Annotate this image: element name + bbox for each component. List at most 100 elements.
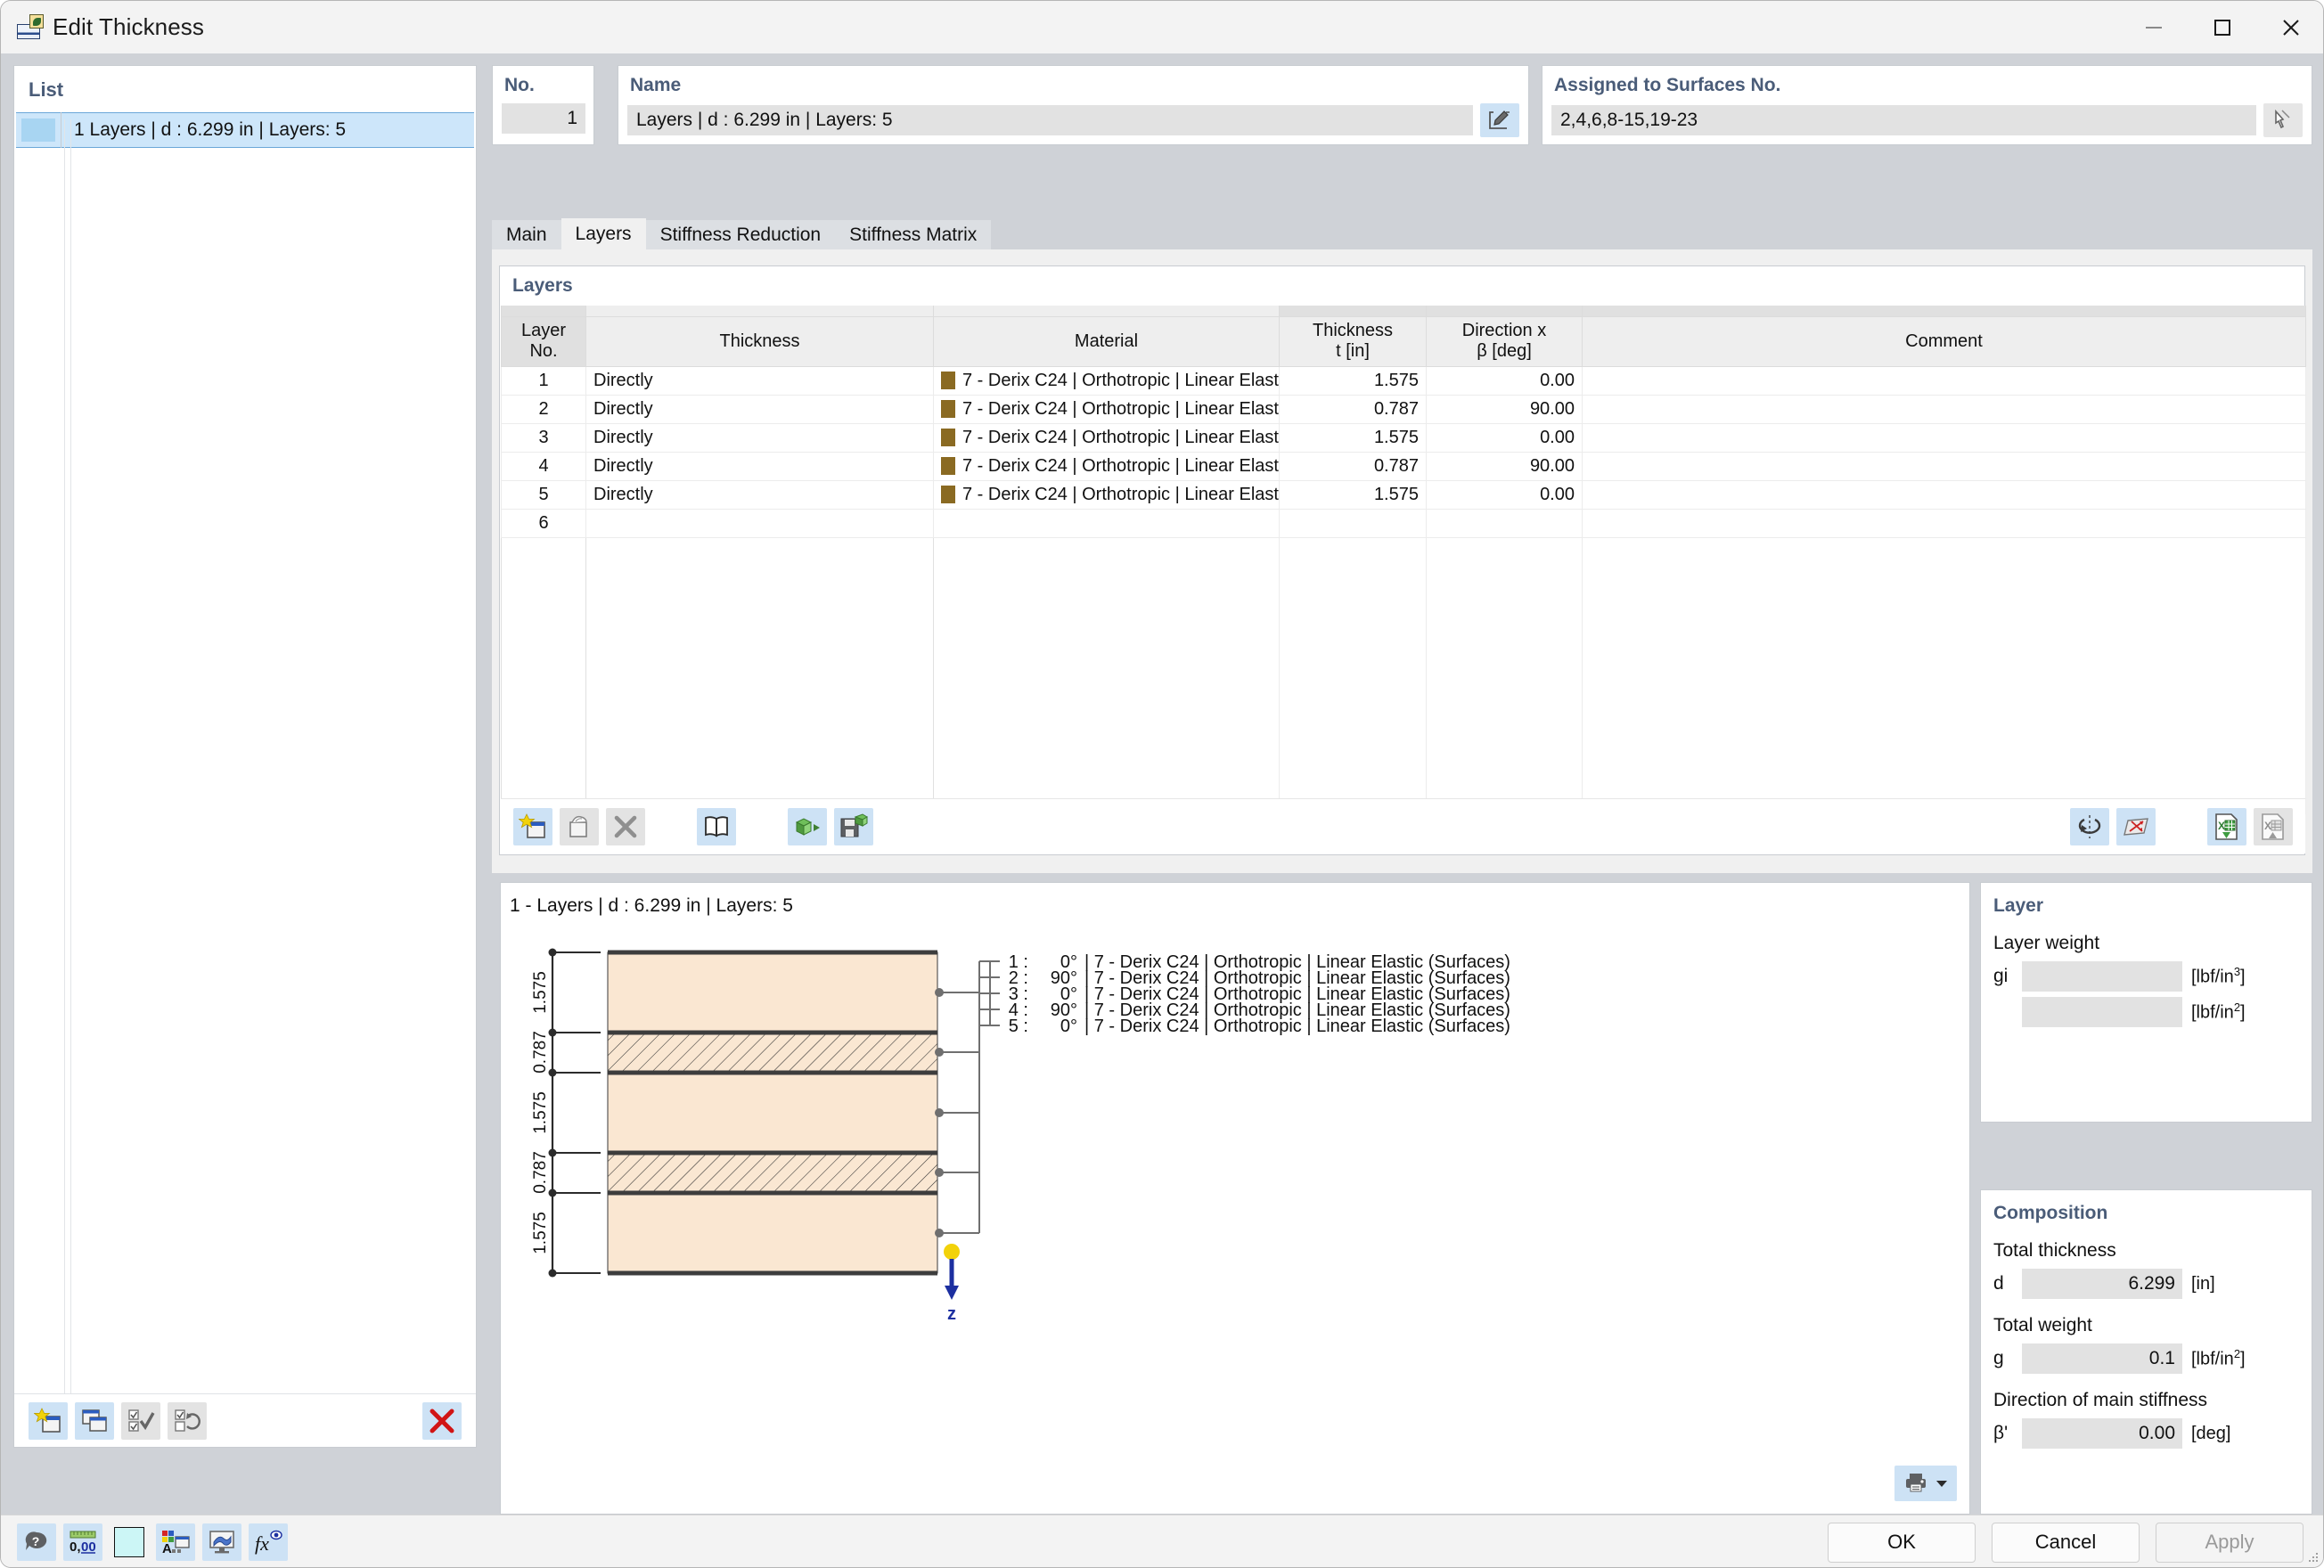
edit-pencil-icon[interactable] xyxy=(1480,103,1519,137)
svg-text:fx: fx xyxy=(255,1532,269,1555)
select-cursor-icon[interactable] xyxy=(2263,103,2303,137)
total-weight-label: Total weight xyxy=(1993,1315,2092,1335)
cell-beta-value[interactable] xyxy=(1426,508,1583,538)
list-item[interactable]: 1 Layers | d : 6.299 in | Layers: 5 xyxy=(16,112,474,148)
dim-label: 1.575 xyxy=(531,971,550,1014)
layer-properties-panel: Layer Layer weight gi [lbf/in3] [lbf/in2… xyxy=(1980,882,2312,1123)
close-icon[interactable] xyxy=(2256,1,2323,53)
cell-material[interactable] xyxy=(933,508,1280,538)
color-palette-window-icon[interactable]: A xyxy=(156,1523,195,1561)
total-weight-input[interactable]: 0.1 xyxy=(2022,1343,2182,1374)
cell-thickness-type[interactable] xyxy=(585,508,934,538)
main-stiffness-input[interactable]: 0.00 xyxy=(2022,1418,2182,1449)
list-item-color-swatch xyxy=(21,118,55,142)
cell-beta-value[interactable]: 0.00 xyxy=(1426,422,1583,453)
fx-eye-icon[interactable]: fx xyxy=(249,1523,288,1561)
cell-comment[interactable] xyxy=(1582,451,2306,481)
cell-comment[interactable] xyxy=(1582,479,2306,510)
cell-comment[interactable] xyxy=(1582,394,2306,424)
cell-thickness-value[interactable]: 1.575 xyxy=(1279,479,1427,510)
table-row[interactable]: 5 Directly 7 - Derix C24 | Orthotropic |… xyxy=(501,479,2306,510)
copy-thickness-button[interactable] xyxy=(75,1401,114,1440)
cell-comment[interactable] xyxy=(1582,365,2306,396)
tab-main[interactable]: Main xyxy=(492,220,561,249)
cell-material[interactable]: 7 - Derix C24 | Orthotropic | Linear Ela… xyxy=(933,422,1280,453)
name-input[interactable]: Layers | d : 6.299 in | Layers: 5 xyxy=(627,105,1473,135)
ok-button[interactable]: OK xyxy=(1828,1522,1976,1563)
delete-layer-button[interactable] xyxy=(606,807,645,845)
no-field-box: No. 1 xyxy=(492,65,594,145)
cell-thickness-value[interactable] xyxy=(1279,508,1427,538)
cell-beta-value[interactable]: 90.00 xyxy=(1426,451,1583,481)
help-bubble-icon[interactable]: ? xyxy=(17,1523,56,1561)
cell-beta-value[interactable]: 0.00 xyxy=(1426,365,1583,396)
cell-thickness-value[interactable]: 1.575 xyxy=(1279,422,1427,453)
layer-weight-volume-input[interactable] xyxy=(2022,961,2182,992)
monitor-surface-icon[interactable] xyxy=(202,1523,241,1561)
cell-thickness-type[interactable]: Directly xyxy=(585,365,934,396)
cell-material[interactable]: 7 - Derix C24 | Orthotropic | Linear Ela… xyxy=(933,394,1280,424)
cell-thickness-value[interactable]: 0.787 xyxy=(1279,394,1427,424)
save-composition-button[interactable] xyxy=(834,807,873,845)
excel-import-button[interactable]: X xyxy=(2207,807,2246,845)
layer-library-button[interactable] xyxy=(697,807,736,845)
excel-export-button[interactable]: X xyxy=(2254,807,2293,845)
maximize-icon[interactable] xyxy=(2188,1,2256,53)
cyan-swatch-icon[interactable] xyxy=(110,1523,149,1561)
cell-thickness-type[interactable]: Directly xyxy=(585,479,934,510)
table-row[interactable]: 3 Directly 7 - Derix C24 | Orthotropic |… xyxy=(501,422,2306,453)
dim-label: 0.787 xyxy=(531,1151,550,1194)
total-weight-symbol: g xyxy=(1993,1348,2004,1368)
cell-thickness-type[interactable]: Directly xyxy=(585,394,934,424)
resize-grip-icon[interactable] xyxy=(2307,1551,2320,1564)
z-axis-arrow-icon xyxy=(945,1286,959,1300)
cell-beta-value[interactable]: 0.00 xyxy=(1426,479,1583,510)
layer-weight-volume-unit: [lbf/in3] xyxy=(2191,965,2246,987)
cell-material[interactable]: 7 - Derix C24 | Orthotropic | Linear Ela… xyxy=(933,451,1280,481)
swap-direction-button[interactable] xyxy=(2116,807,2156,845)
no-input[interactable]: 1 xyxy=(502,103,585,134)
new-layer-button[interactable] xyxy=(513,807,552,845)
assigned-surfaces-input[interactable]: 2,4,6,8-15,19-23 xyxy=(1551,105,2256,135)
cell-material[interactable]: 7 - Derix C24 | Orthotropic | Linear Ela… xyxy=(933,365,1280,396)
tab-stiffness-reduction[interactable]: Stiffness Reduction xyxy=(645,220,836,249)
assigned-surfaces-label: Assigned to Surfaces No. xyxy=(1554,75,1781,95)
ruler-decimal-icon[interactable]: 0, 00 xyxy=(63,1523,102,1561)
table-row[interactable]: 1 Directly 7 - Derix C24 | Orthotropic |… xyxy=(501,365,2306,396)
dialog-footer: ? 0, 00 A fx OK Cancel Apply xyxy=(1,1515,2323,1567)
cell-thickness-type[interactable]: Directly xyxy=(585,422,934,453)
cell-thickness-value[interactable]: 0.787 xyxy=(1279,451,1427,481)
total-thickness-input[interactable]: 6.299 xyxy=(2022,1269,2182,1299)
printer-dropdown-icon[interactable] xyxy=(1894,1466,1957,1501)
total-thickness-label: Total thickness xyxy=(1993,1240,2116,1261)
cell-beta-value[interactable]: 90.00 xyxy=(1426,394,1583,424)
table-row[interactable]: 4 Directly 7 - Derix C24 | Orthotropic |… xyxy=(501,451,2306,481)
col-direction-beta: Direction x β [deg] xyxy=(1426,316,1583,367)
cell-material[interactable]: 7 - Derix C24 | Orthotropic | Linear Ela… xyxy=(933,479,1280,510)
cell-comment[interactable] xyxy=(1582,422,2306,453)
cell-comment[interactable] xyxy=(1582,508,2306,538)
invert-selection-button[interactable] xyxy=(168,1401,207,1440)
tab-layers[interactable]: Layers xyxy=(561,218,646,249)
minimize-icon[interactable] xyxy=(2119,1,2188,53)
col-comment: Comment xyxy=(1582,316,2306,367)
cell-layer-no: 3 xyxy=(501,422,586,453)
copy-layer-button[interactable] xyxy=(560,807,599,845)
cell-thickness-value[interactable]: 1.575 xyxy=(1279,365,1427,396)
select-all-button[interactable] xyxy=(121,1401,160,1440)
total-thickness-symbol: d xyxy=(1993,1273,2004,1294)
cell-thickness-type[interactable]: Directly xyxy=(585,451,934,481)
import-composition-button[interactable] xyxy=(788,807,827,845)
svg-text:0,: 0, xyxy=(70,1539,81,1555)
cancel-button[interactable]: Cancel xyxy=(1992,1522,2140,1563)
tab-stiffness-matrix[interactable]: Stiffness Matrix xyxy=(835,220,992,249)
table-row[interactable]: 6 xyxy=(501,508,2306,538)
delete-thickness-button[interactable] xyxy=(422,1401,462,1440)
tab-bar: Main Layers Stiffness Reduction Stiffnes… xyxy=(492,218,2312,249)
layer-weight-area-input[interactable] xyxy=(2022,997,2182,1027)
layer-panel-title: Layer xyxy=(1993,895,2044,916)
new-thickness-button[interactable] xyxy=(29,1401,68,1440)
table-row[interactable]: 2 Directly 7 - Derix C24 | Orthotropic |… xyxy=(501,394,2306,424)
apply-button[interactable]: Apply xyxy=(2156,1522,2304,1563)
mirror-layers-button[interactable] xyxy=(2070,807,2109,845)
